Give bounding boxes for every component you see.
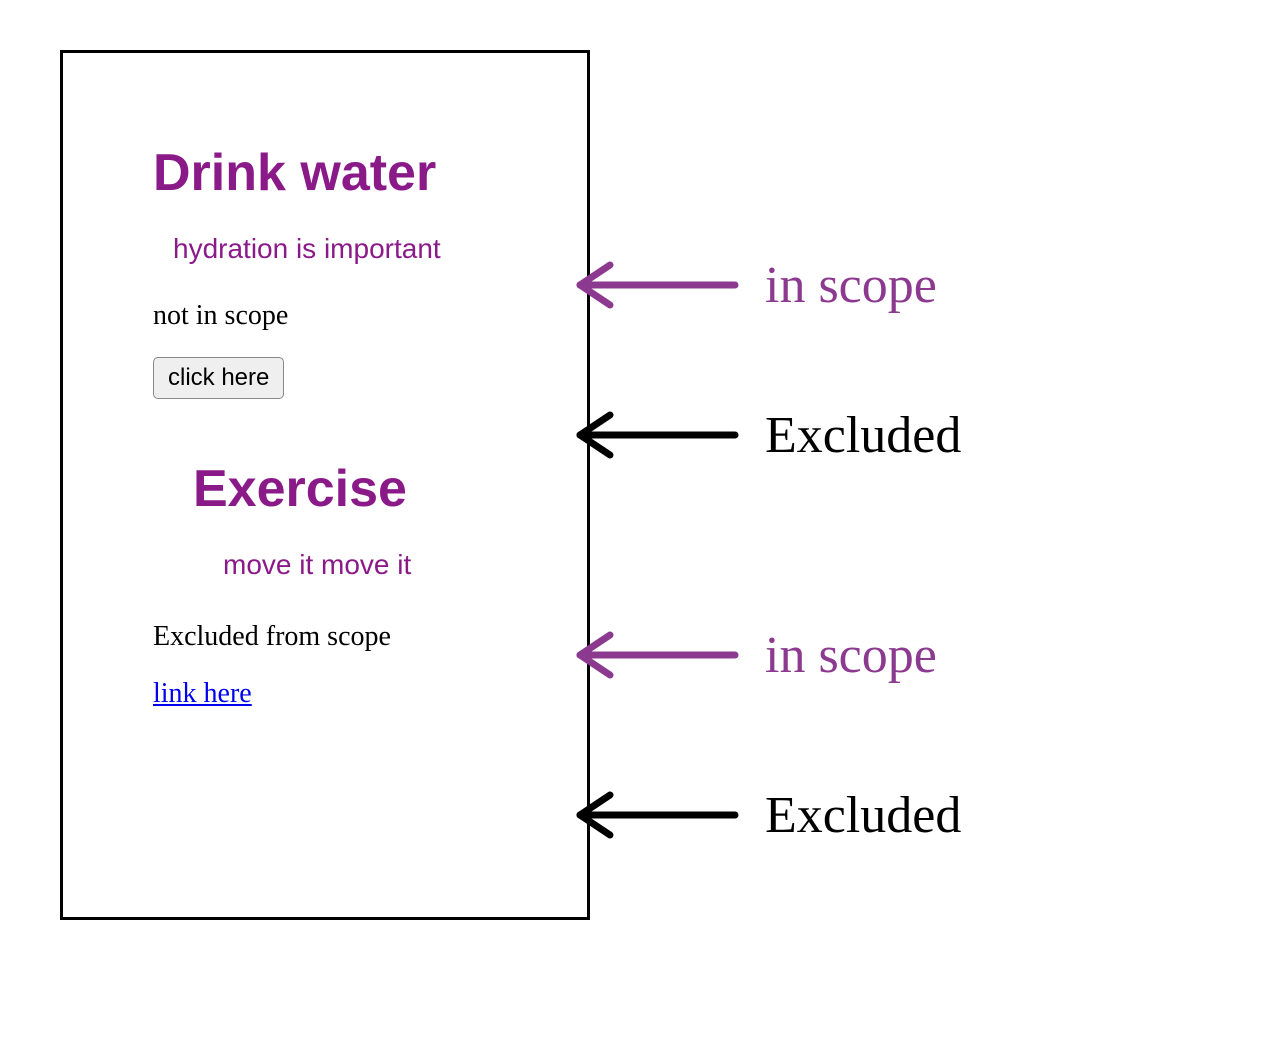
click-here-button[interactable]: click here: [153, 357, 284, 399]
subtext-move-it: move it move it: [223, 549, 537, 581]
example-panel: Drink water hydration is important not i…: [60, 50, 590, 920]
arrow-left-icon: [565, 620, 745, 690]
arrow-left-icon: [565, 780, 745, 850]
heading-exercise: Exercise: [193, 459, 537, 519]
annotation-excluded-1: Excluded: [565, 400, 961, 470]
arrow-left-icon: [565, 400, 745, 470]
annotation-label: in scope: [765, 626, 937, 685]
annotation-excluded-2: Excluded: [565, 780, 961, 850]
diagram-canvas: Drink water hydration is important not i…: [0, 0, 1286, 1041]
link-here[interactable]: link here: [153, 678, 252, 709]
annotation-in-scope-1: in scope: [565, 250, 937, 320]
annotation-label: in scope: [765, 256, 937, 315]
annotation-label: Excluded: [765, 786, 961, 845]
heading-drink-water: Drink water: [153, 143, 537, 203]
text-not-in-scope: not in scope: [153, 300, 537, 332]
subtext-hydration: hydration is important: [173, 233, 537, 265]
arrow-left-icon: [565, 250, 745, 320]
annotation-in-scope-2: in scope: [565, 620, 937, 690]
annotation-label: Excluded: [765, 406, 961, 465]
text-excluded-from-scope: Excluded from scope: [153, 621, 537, 653]
